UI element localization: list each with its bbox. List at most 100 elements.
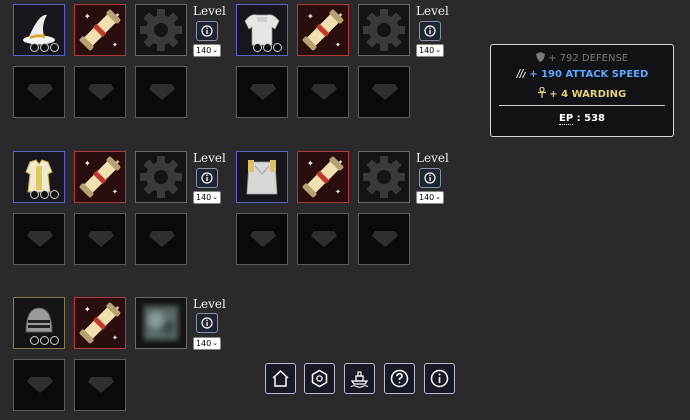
gem-slot[interactable] [358,213,410,265]
svg-text:✦: ✦ [335,41,341,49]
svg-text:✦: ✦ [84,12,91,21]
svg-text:✦: ✦ [112,41,118,49]
level-select[interactable]: 140 ⌄ [416,44,444,57]
help-button[interactable] [384,363,415,394]
ep-label: EP [558,113,574,125]
item-slot-white-robe[interactable] [13,151,65,203]
about-button[interactable] [424,363,455,394]
gem-icon [149,231,175,247]
level-select[interactable]: 140 ⌄ [193,337,221,350]
info-icon [424,172,436,184]
hexagon-button[interactable] [304,363,335,394]
hexagon-icon [311,369,328,388]
item-slot-scroll[interactable]: ✦ ✦ ✦ [74,4,126,56]
svg-text:✦: ✦ [335,188,341,196]
gem-icon [27,84,53,100]
home-icon [272,369,289,387]
gem-slot[interactable] [297,213,349,265]
gem-slot[interactable] [13,66,65,118]
svg-text:✦: ✦ [112,334,118,342]
chevron-down-icon: ⌄ [212,339,218,347]
info-button[interactable] [196,21,218,41]
chevron-down-icon: ⌄ [435,193,441,201]
item-slot-empty-mod[interactable] [358,151,410,203]
item-slot-empty-mod[interactable] [135,4,187,56]
item-slot-scroll[interactable]: ✦ ✦ ✦ [297,151,349,203]
ship-button[interactable] [344,363,375,394]
gem-icon [27,377,53,393]
gem-icon [88,84,114,100]
svg-text:✦: ✦ [84,305,91,314]
scroll-icon: ✦ ✦ ✦ [79,156,121,198]
gear-icon [363,9,405,51]
gem-slot[interactable] [74,359,126,411]
gem-icon [372,231,398,247]
item-slot-empty-mod[interactable] [358,4,410,56]
gem-slot[interactable] [236,213,288,265]
gear-icon [363,156,405,198]
scroll-icon: ✦ ✦ ✦ [79,9,121,51]
gem-slot[interactable] [297,66,349,118]
info-icon [201,25,213,37]
level-label: Level [416,151,449,165]
stats-panel: + 792 DEFENSE + 190 ATTACK SPEED + 4 WAR… [490,44,674,137]
shield-icon [535,52,545,62]
gem-icon [149,84,175,100]
attack-speed-stat: + 190 ATTACK SPEED [491,69,673,80]
svg-text:✦: ✦ [115,305,120,312]
item-slot-empty-mod[interactable] [135,151,187,203]
scroll-icon: ✦ ✦ ✦ [302,156,344,198]
gem-slot[interactable] [74,66,126,118]
warding-stat: + 4 WARDING [491,86,673,100]
gem-icon [27,231,53,247]
gem-icon [88,377,114,393]
gem-slot[interactable] [13,213,65,265]
gem-slot[interactable] [358,66,410,118]
socket-dots [30,43,59,52]
socket-dots [30,336,59,345]
ankh-icon [537,86,546,98]
gem-slot[interactable] [135,66,187,118]
item-slot-scroll[interactable]: ✦ ✦ ✦ [74,297,126,349]
info-button[interactable] [196,313,218,333]
item-slot-scroll[interactable]: ✦ ✦ ✦ [297,4,349,56]
item-slot-knight-helmet[interactable] [13,297,65,349]
gem-icon [250,84,276,100]
cloak-icon [246,160,278,195]
chevron-down-icon: ⌄ [212,193,218,201]
stats-divider [499,105,665,106]
svg-text:✦: ✦ [338,12,343,19]
socket-dots [253,43,282,52]
info-button[interactable] [419,21,441,41]
home-button[interactable] [265,363,296,394]
ep-stat: EP : 538 [491,113,673,125]
level-select[interactable]: 140 ⌄ [193,191,221,204]
item-slot-scroll[interactable]: ✦ ✦ ✦ [74,151,126,203]
info-button[interactable] [419,168,441,188]
svg-text:✦: ✦ [338,159,343,166]
level-label: Level [416,4,449,18]
info-button[interactable] [196,168,218,188]
question-icon [390,369,409,388]
level-select[interactable]: 140 ⌄ [193,44,221,57]
item-slot-white-armor[interactable] [236,4,288,56]
level-select[interactable]: 140 ⌄ [416,191,444,204]
scroll-icon: ✦ ✦ ✦ [302,9,344,51]
item-slot-blurred[interactable] [135,297,187,349]
svg-text:✦: ✦ [307,159,314,168]
item-slot-wizard-hat[interactable] [13,4,65,56]
gem-icon [311,84,337,100]
item-slot-white-cloak[interactable] [236,151,288,203]
info-icon [201,317,213,329]
svg-text:✦: ✦ [112,188,118,196]
gem-icon [88,231,114,247]
ep-value: : 538 [576,113,605,124]
blurred-item-icon [144,306,178,340]
attack-speed-icon [515,69,526,78]
gem-slot[interactable] [236,66,288,118]
gem-slot[interactable] [74,213,126,265]
gem-slot[interactable] [13,359,65,411]
gem-slot[interactable] [135,213,187,265]
level-label: Level [193,151,226,165]
gem-icon [250,231,276,247]
